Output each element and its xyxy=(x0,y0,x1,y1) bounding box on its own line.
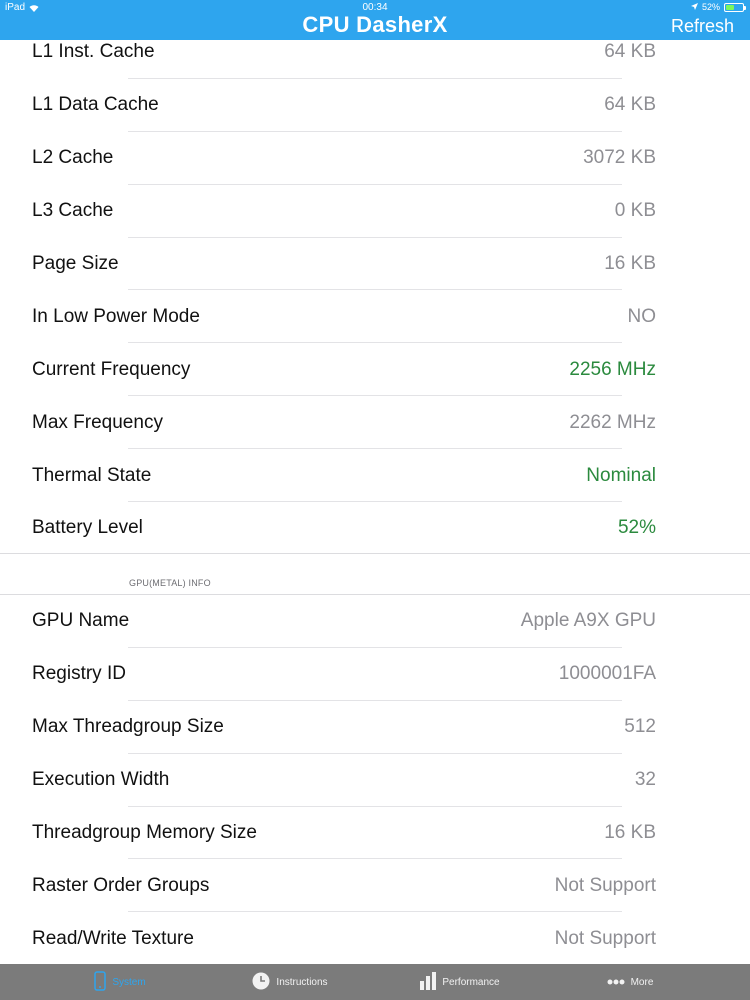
list-row: Threadgroup Memory Size 16 KB xyxy=(0,807,750,860)
row-label: Registry ID xyxy=(32,663,126,685)
tab-instructions[interactable]: Instructions xyxy=(205,964,375,1000)
row-value: 16 KB xyxy=(604,822,656,843)
row-value: 3072 KB xyxy=(583,147,656,169)
row-value: 1000001FA xyxy=(558,663,656,685)
row-label: Execution Width xyxy=(32,769,170,791)
row-value: 2262 MHz xyxy=(569,411,656,433)
row-label: Thermal State xyxy=(32,464,152,486)
row-value: 512 xyxy=(624,716,656,738)
row-label: Page Size xyxy=(32,253,119,274)
list-row: Max Frequency 2262 MHz xyxy=(0,396,750,450)
row-value: NO xyxy=(627,305,657,327)
navigation-header: iPad 00:34 52% CPU DasherX Refresh xyxy=(0,0,750,40)
tab-label: System xyxy=(112,976,146,988)
row-label: Read/Write Texture xyxy=(32,927,194,949)
tab-bar: System Instructions Performance More xyxy=(0,964,750,1000)
section-separator: GPU(METAL) INFO xyxy=(0,553,750,595)
tab-label: More xyxy=(630,976,654,988)
section-header-gpu: GPU(METAL) INFO xyxy=(129,578,211,588)
list-row: Current Frequency 2256 MHz xyxy=(0,343,750,397)
list-row: L1 Data Cache 64 KB xyxy=(0,79,750,132)
battery-icon xyxy=(724,2,746,12)
row-label: Battery Level xyxy=(32,517,143,539)
tab-system[interactable]: System xyxy=(35,964,205,1000)
row-label: In Low Power Mode xyxy=(32,305,200,327)
list-row: Page Size 16 KB xyxy=(0,238,750,291)
row-value: 16 KB xyxy=(604,253,656,274)
row-label: Max Frequency xyxy=(32,411,163,433)
list-row: L3 Cache 0 KB xyxy=(0,185,750,238)
tab-more[interactable]: More xyxy=(545,964,715,1000)
list-row: Battery Level 52% xyxy=(0,502,750,555)
row-label: L2 Cache xyxy=(32,147,114,169)
tab-label: Performance xyxy=(442,976,500,988)
row-value-highlight: 52% xyxy=(617,517,656,539)
row-label: GPU Name xyxy=(32,610,130,632)
device-icon xyxy=(94,970,107,994)
more-dots-icon xyxy=(607,977,625,988)
row-value: 64 KB xyxy=(604,41,656,63)
list-row: Read/Write Texture Not Support xyxy=(0,912,750,964)
battery-fill xyxy=(726,4,735,10)
row-value-highlight: 2256 MHz xyxy=(569,358,656,380)
row-value: 0 KB xyxy=(614,200,656,222)
list-row: L2 Cache 3072 KB xyxy=(0,132,750,185)
row-value-highlight: Nominal xyxy=(586,464,656,486)
row-value: 64 KB xyxy=(604,94,656,116)
status-bar-right: 52% xyxy=(690,2,746,12)
tab-performance[interactable]: Performance xyxy=(375,964,545,1000)
cpu-info-group: L1 Inst. Cache 64 KB L1 Data Cache 64 KB… xyxy=(0,40,750,555)
page-title: CPU DasherX xyxy=(302,12,448,37)
row-value: Not Support xyxy=(554,927,656,949)
bar-chart-icon xyxy=(420,971,437,993)
list-row: Thermal State Nominal xyxy=(0,449,750,503)
refresh-button[interactable]: Refresh xyxy=(671,16,734,37)
row-value: 32 xyxy=(634,769,656,791)
gpu-info-group: GPU Name Apple A9X GPU Registry ID 10000… xyxy=(0,595,750,964)
battery-percent: 52% xyxy=(701,2,720,12)
list-row: Raster Order Groups Not Support xyxy=(0,859,750,913)
list-row: In Low Power Mode NO xyxy=(0,290,750,344)
tab-label: Instructions xyxy=(276,976,328,988)
row-label: Current Frequency xyxy=(32,358,191,380)
row-label: L1 Data Cache xyxy=(32,94,159,116)
row-label: L1 Inst. Cache xyxy=(32,41,155,63)
row-value: Apple A9X GPU xyxy=(520,610,656,632)
row-label: L3 Cache xyxy=(32,200,114,222)
list-row: GPU Name Apple A9X GPU xyxy=(0,595,750,648)
row-label: Raster Order Groups xyxy=(32,874,210,896)
row-label: Max Threadgroup Size xyxy=(32,716,224,738)
row-label: Threadgroup Memory Size xyxy=(32,822,257,843)
row-value: Not Support xyxy=(554,874,656,896)
info-list[interactable]: L1 Inst. Cache 64 KB L1 Data Cache 64 KB… xyxy=(0,40,750,964)
list-row: Registry ID 1000001FA xyxy=(0,648,750,701)
list-row: Execution Width 32 xyxy=(0,754,750,807)
list-row: Max Threadgroup Size 512 xyxy=(0,701,750,754)
clock-icon xyxy=(252,972,270,993)
list-row: L1 Inst. Cache 64 KB xyxy=(0,40,750,79)
location-arrow-icon xyxy=(690,2,698,12)
